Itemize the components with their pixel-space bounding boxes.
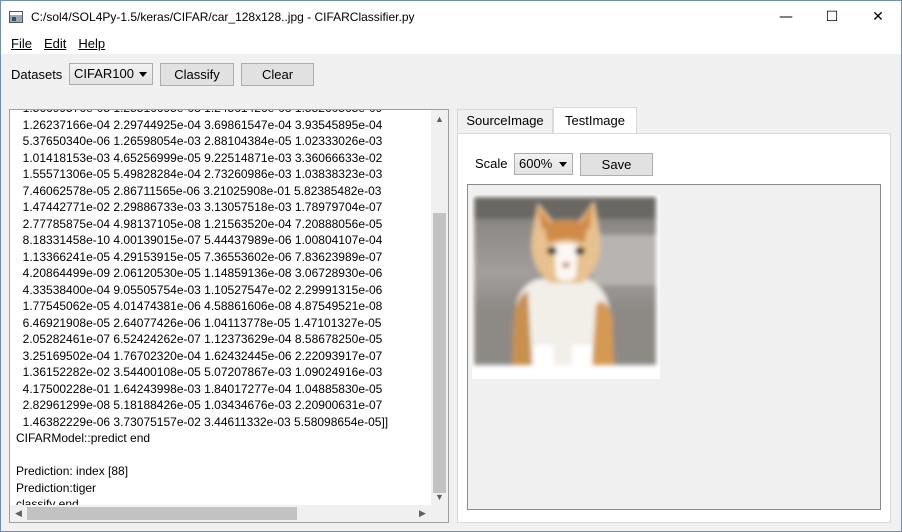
- maximize-icon: ☐: [825, 8, 839, 25]
- scale-select-value: 600%: [519, 156, 553, 171]
- test-image-panel: Scale 600% Save: [457, 133, 891, 523]
- minimize-icon: —: [779, 8, 793, 25]
- app-window: C:/sol4/SOL4Py-1.5/keras/CIFAR/car_128x1…: [0, 0, 902, 532]
- log-line: 1.36152282e-02 3.54400108e-05 5.07207867…: [16, 365, 383, 379]
- classify-button[interactable]: Classify: [160, 63, 234, 86]
- log-textarea[interactable]: 1.56699576e-05 1.25516695e-03 1.24561426…: [9, 109, 449, 523]
- log-line: 4.33538400e-04 9.05505754e-03 1.10527547…: [16, 282, 383, 297]
- log-line: Prediction: index [88]: [16, 464, 129, 478]
- title-bar: C:/sol4/SOL4Py-1.5/keras/CIFAR/car_128x1…: [1, 1, 901, 32]
- horizontal-scrollbar[interactable]: ◀ ▶: [10, 505, 431, 522]
- log-line: 5.37650340e-06 1.26598054e-03 2.88104384…: [16, 134, 383, 148]
- scroll-up-icon[interactable]: ▲: [431, 110, 448, 127]
- log-line: 1.01418153e-03 4.65256999e-05 9.22514871…: [16, 150, 383, 165]
- save-button[interactable]: Save: [580, 153, 653, 176]
- vertical-scrollbar[interactable]: ▲ ▼: [431, 110, 448, 505]
- menu-file-label: File: [11, 35, 32, 51]
- cat-picture: [472, 195, 660, 379]
- menu-edit[interactable]: Edit: [38, 34, 72, 53]
- toolbar: Datasets CIFAR100 Classify Clear: [1, 54, 901, 98]
- log-line: Prediction:tiger: [16, 480, 97, 495]
- log-line: 1.77545062e-05 4.01474381e-06 4.58861606…: [16, 299, 383, 313]
- tab-source-image[interactable]: SourceImage: [457, 109, 553, 133]
- log-line: 3.25169502e-04 1.76702320e-04 1.62432445…: [16, 348, 383, 363]
- menu-help[interactable]: Help: [72, 34, 111, 53]
- minimize-button[interactable]: —: [763, 1, 809, 32]
- dataset-select-value: CIFAR100: [74, 66, 134, 81]
- log-line: 6.46921908e-05 2.64077426e-06 1.04113778…: [16, 315, 382, 330]
- log-line: 4.20864499e-09 2.06120530e-05 1.14859136…: [16, 266, 383, 280]
- log-line: 1.55571306e-05 5.49828284e-04 2.73260986…: [16, 167, 383, 181]
- datasets-label: Datasets: [11, 67, 63, 82]
- scroll-right-icon[interactable]: ▶: [414, 505, 431, 522]
- cat-image: [472, 195, 660, 379]
- scale-chevron-down-icon: [559, 162, 567, 167]
- log-line: 1.26237166e-04 2.29744925e-04 3.69861547…: [16, 117, 383, 132]
- scale-label: Scale: [475, 156, 508, 171]
- chevron-down-icon: [139, 72, 147, 77]
- window-title: C:/sol4/SOL4Py-1.5/keras/CIFAR/car_128x1…: [31, 9, 415, 24]
- clear-button[interactable]: Clear: [241, 63, 314, 86]
- menu-file[interactable]: File: [5, 34, 38, 53]
- scroll-left-icon[interactable]: ◀: [10, 505, 27, 522]
- log-line: 1.47442771e-02 2.29886733e-03 3.13057518…: [16, 200, 383, 214]
- log-line: 7.46062578e-05 2.86711565e-06 3.21025908…: [16, 183, 382, 198]
- menu-help-label: Help: [78, 35, 106, 51]
- dataset-select[interactable]: CIFAR100: [69, 63, 153, 85]
- scrollbar-corner: [431, 505, 448, 522]
- tab-test-image[interactable]: TestImage: [553, 107, 637, 134]
- horizontal-scroll-thumb[interactable]: [27, 507, 297, 520]
- log-line: 1.56699576e-05 1.25516695e-03 1.24561426…: [16, 110, 430, 117]
- log-line: 1.46382229e-06 3.73075157e-02 3.44611332…: [16, 414, 389, 429]
- log-line: 1.13366241e-05 4.29153915e-05 7.36553602…: [16, 249, 383, 264]
- image-view[interactable]: [467, 184, 881, 510]
- log-line: 2.82961299e-08 5.18188426e-05 1.03434676…: [16, 398, 383, 412]
- menu-edit-label: Edit: [43, 35, 67, 51]
- log-text: 1.56699576e-05 1.25516695e-03 1.24561426…: [16, 110, 430, 513]
- close-button[interactable]: ✕: [855, 1, 901, 32]
- maximize-button[interactable]: ☐: [809, 1, 855, 32]
- window-app-icon: [9, 10, 23, 23]
- log-line: 2.77785875e-04 4.98137105e-08 1.21563520…: [16, 216, 383, 231]
- scale-select[interactable]: 600%: [514, 153, 573, 175]
- scroll-down-icon[interactable]: ▼: [431, 488, 448, 505]
- log-line: 2.05282461e-07 6.52424262e-07 1.12373629…: [16, 332, 383, 346]
- log-line: 8.18331458e-10 4.00139015e-07 5.44437989…: [16, 233, 383, 247]
- log-line: CIFARModel::predict end: [16, 431, 151, 445]
- menu-bar: File Edit Help: [1, 32, 901, 54]
- vertical-scroll-thumb[interactable]: [433, 213, 446, 493]
- close-icon: ✕: [872, 8, 884, 25]
- log-line: 4.17500228e-01 1.64243998e-03 1.84017277…: [16, 381, 383, 396]
